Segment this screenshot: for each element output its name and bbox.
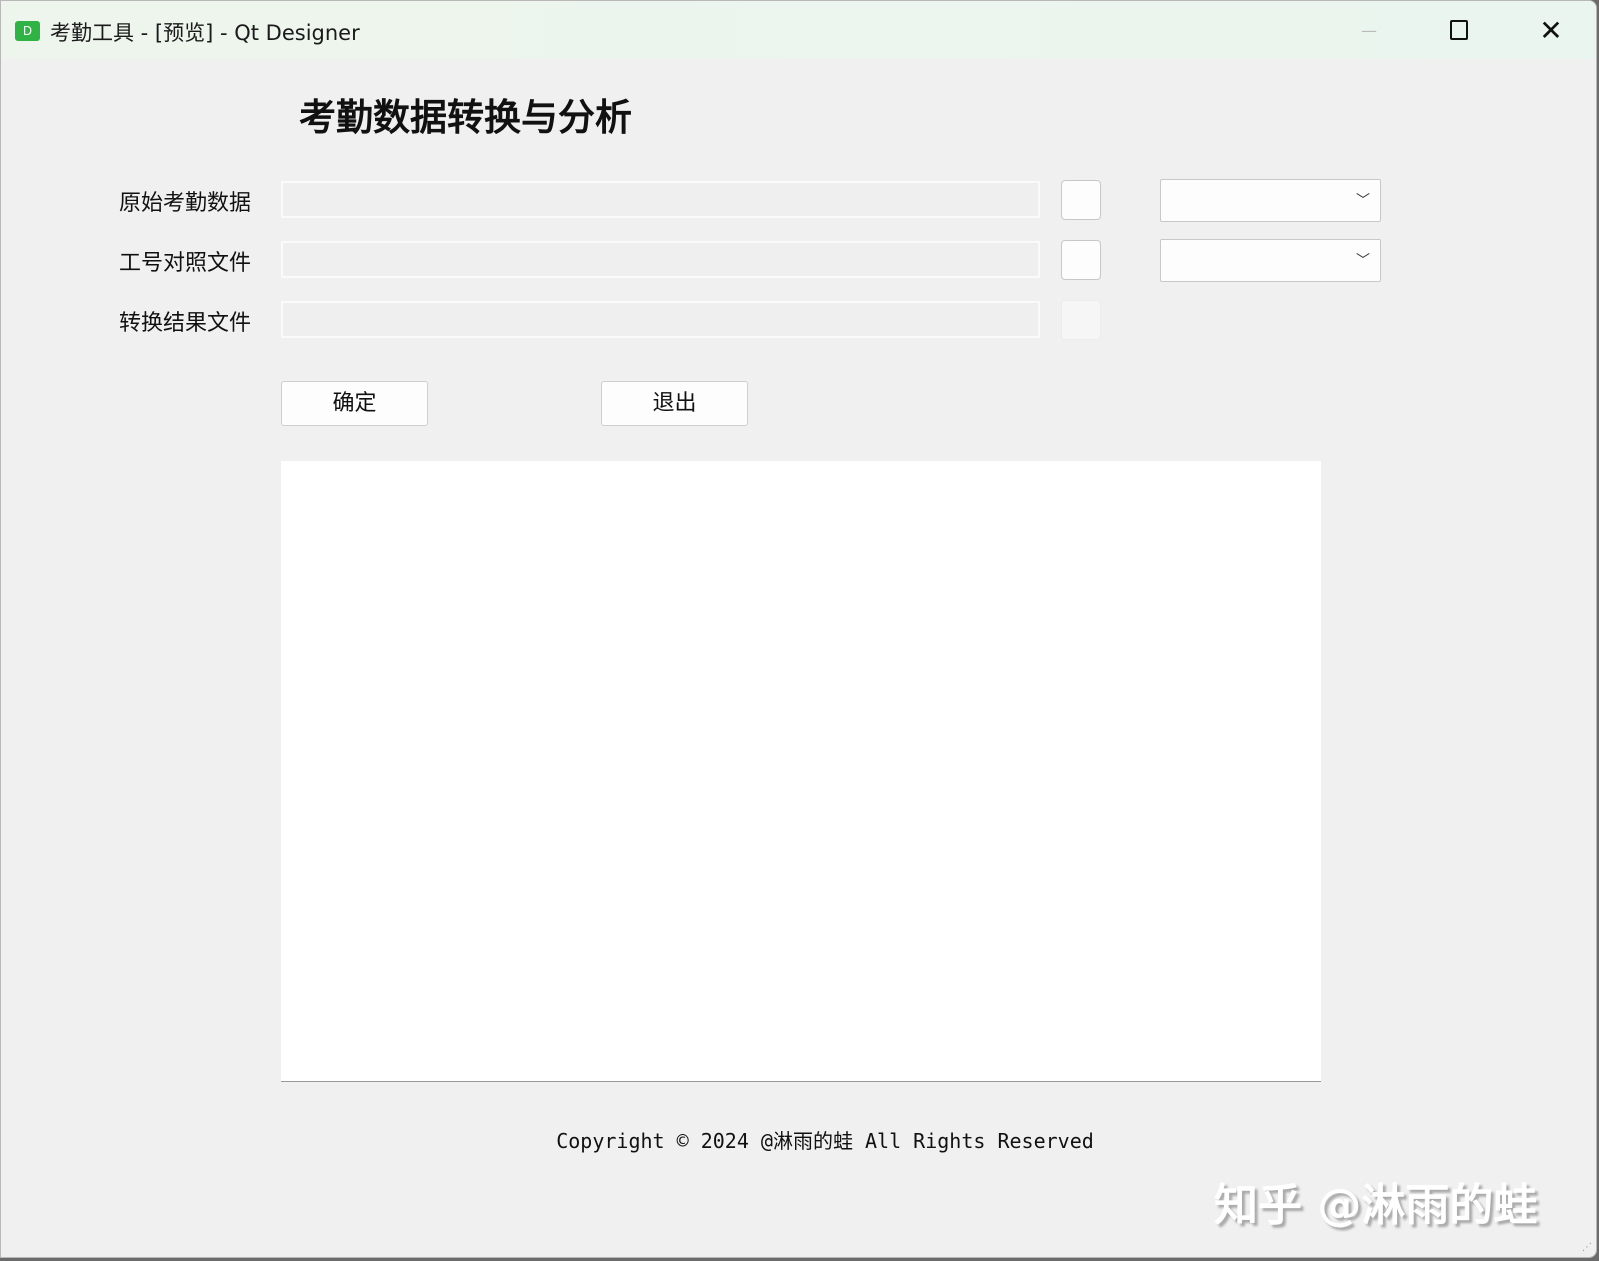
title-bar[interactable]: D 考勤工具 - [预览] - Qt Designer — ✕ xyxy=(1,1,1596,59)
watermark: 知乎 @淋雨的蛙 xyxy=(1214,1180,1538,1231)
browse-id-map-button[interactable] xyxy=(1061,240,1101,280)
chevron-down-icon: ﹀ xyxy=(1356,253,1370,269)
close-icon: ✕ xyxy=(1539,13,1563,47)
id-map-combo[interactable]: ﹀ xyxy=(1160,239,1381,282)
label-result-file: 转换结果文件 xyxy=(119,311,252,336)
copyright-text: Copyright © 2024 @淋雨的蛙 All Rights Reserv… xyxy=(556,1129,1094,1153)
confirm-button[interactable]: 确定 xyxy=(281,381,428,426)
id-map-input[interactable] xyxy=(281,241,1040,278)
raw-data-combo[interactable]: ﹀ xyxy=(1160,179,1381,222)
app-window: D 考勤工具 - [预览] - Qt Designer — ✕ 考勤数据转换与分… xyxy=(0,0,1597,1258)
minimize-icon: — xyxy=(1361,20,1377,40)
exit-button[interactable]: 退出 xyxy=(601,381,748,426)
maximize-button[interactable] xyxy=(1439,13,1479,47)
chevron-down-icon: ﹀ xyxy=(1356,193,1370,209)
browse-result-button[interactable] xyxy=(1061,300,1101,340)
resize-grip-icon[interactable]: ⋰ xyxy=(1582,1242,1592,1253)
label-id-map: 工号对照文件 xyxy=(119,251,252,276)
label-raw-data: 原始考勤数据 xyxy=(119,191,252,216)
qt-designer-icon: D xyxy=(15,21,40,41)
close-button[interactable]: ✕ xyxy=(1531,13,1571,47)
page-title: 考勤数据转换与分析 xyxy=(299,96,632,139)
maximize-icon xyxy=(1450,20,1468,40)
output-text-area[interactable] xyxy=(281,461,1321,1082)
result-file-input[interactable] xyxy=(281,301,1040,338)
raw-data-input[interactable] xyxy=(281,181,1040,218)
window-title: 考勤工具 - [预览] - Qt Designer xyxy=(50,21,360,45)
minimize-button[interactable]: — xyxy=(1349,13,1389,47)
browse-raw-data-button[interactable] xyxy=(1061,180,1101,220)
